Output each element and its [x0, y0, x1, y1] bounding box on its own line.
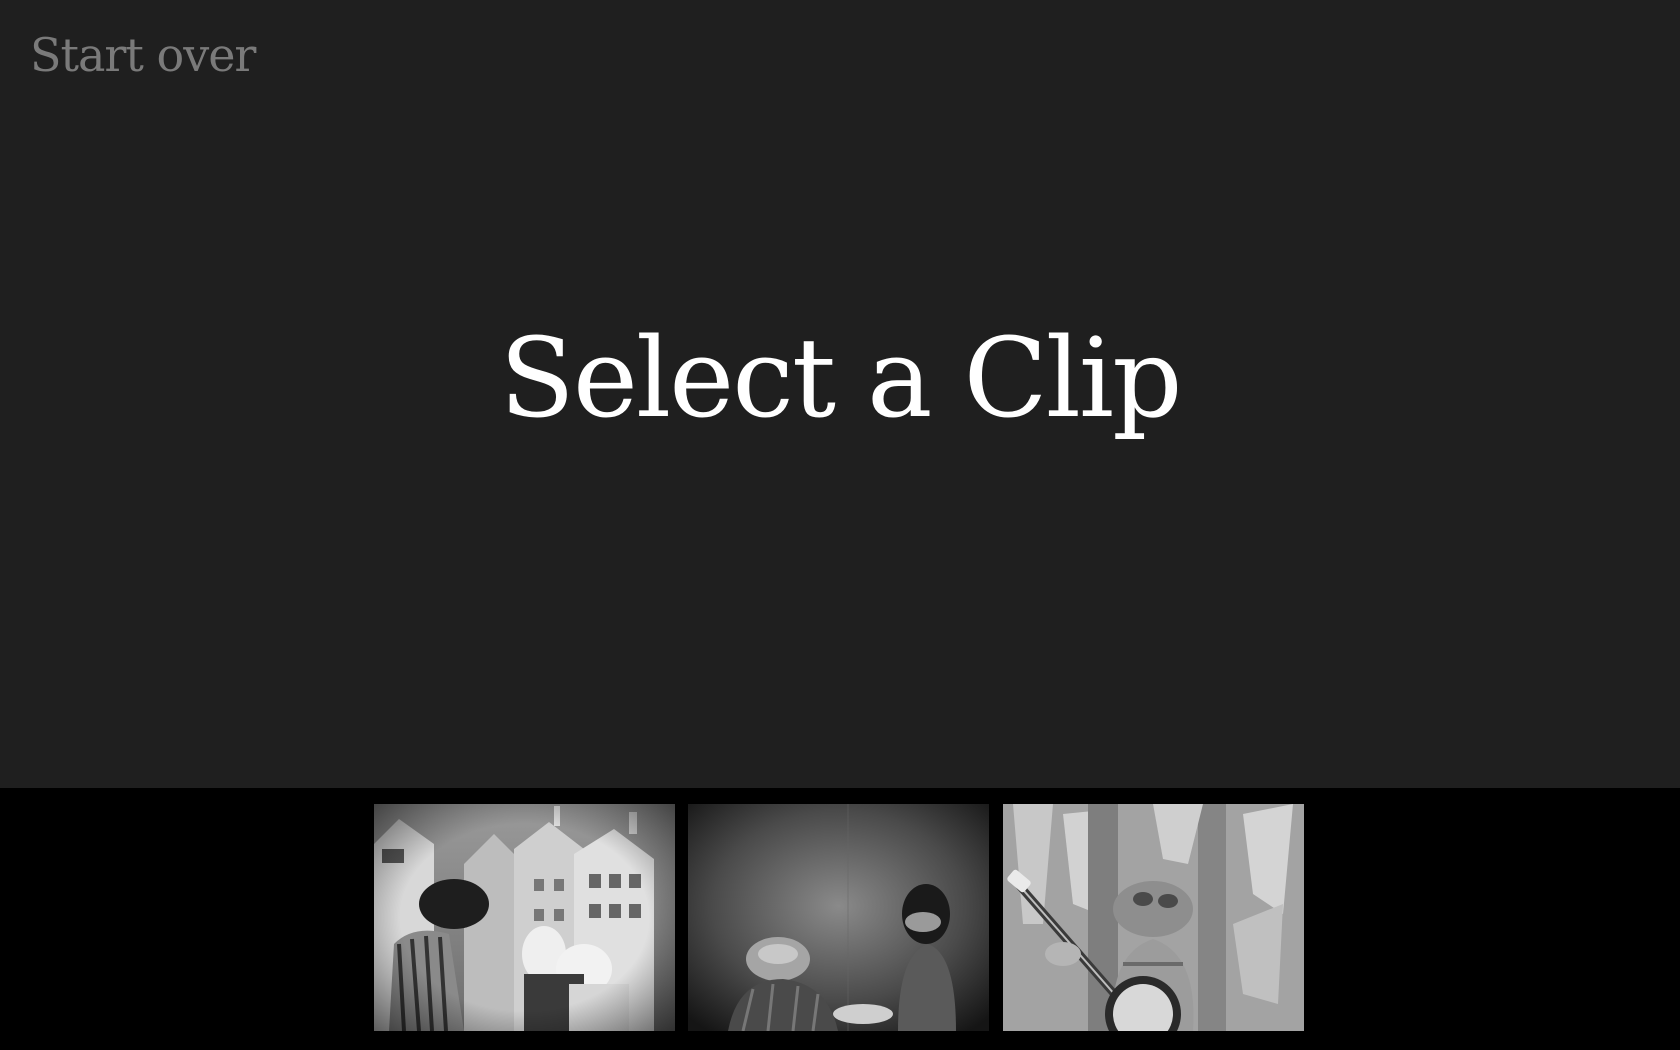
clip-thumbnail-frog-banjo-icon: [1003, 804, 1304, 1031]
clip-thumbnail-3[interactable]: [1003, 804, 1304, 1031]
start-over-link[interactable]: Start over: [30, 28, 256, 83]
clip-thumbnail-1[interactable]: [374, 804, 675, 1031]
clip-thumbnail-street-puppets-icon: [374, 804, 675, 1031]
clip-tray: [0, 788, 1680, 1050]
page-title: Select a Clip: [499, 314, 1183, 442]
app-root: Start over Select a Clip: [0, 0, 1680, 1050]
clip-thumbnail-2[interactable]: [688, 804, 989, 1031]
clip-thumbnail-two-puppets-dark-icon: [688, 804, 989, 1031]
